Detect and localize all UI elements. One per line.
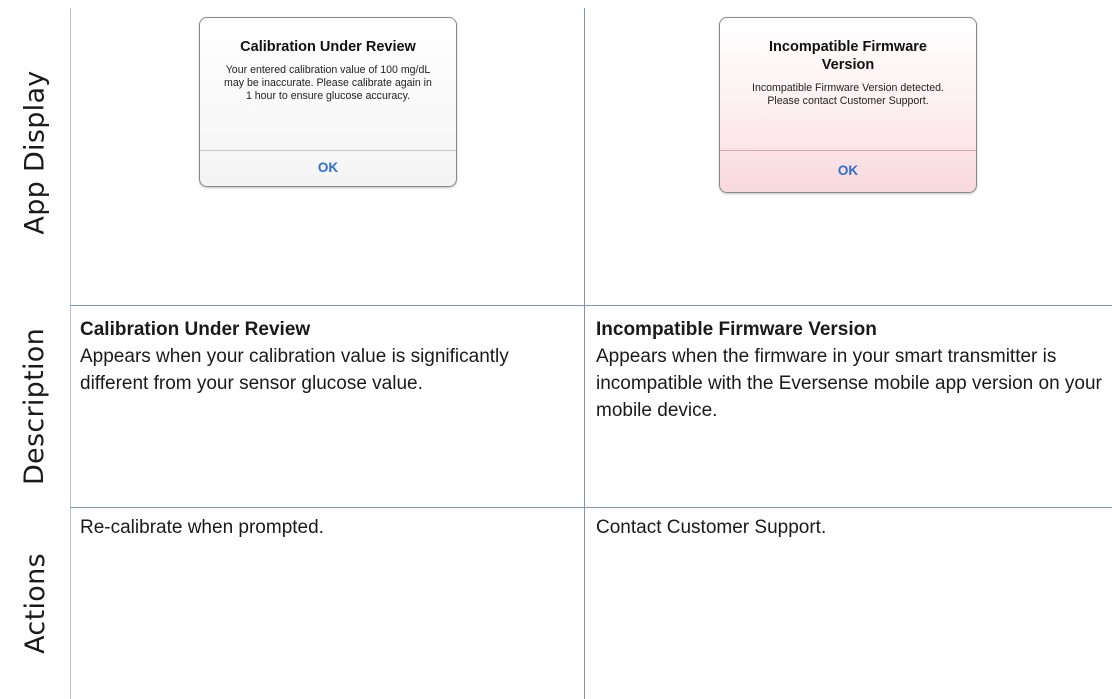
alert-ok-button[interactable]: OK [720,151,976,191]
table-divider-vertical [584,8,585,699]
description-cell-firmware: Incompatible Firmware Version Appears wh… [596,316,1108,424]
table-divider-row-2 [70,507,1112,508]
row-label-app-display-text: App Display [19,70,51,235]
description-cell-calibration: Calibration Under Review Appears when yo… [80,316,572,397]
description-title: Calibration Under Review [80,319,311,340]
alert-body: Calibration Under Review Your entered ca… [200,18,456,151]
row-label-description-text: Description [19,327,51,485]
row-label-description: Description [0,305,70,507]
row-label-actions: Actions [0,507,70,699]
action-cell-calibration: Re-calibrate when prompted. [80,517,324,538]
calibration-under-review-alert: Calibration Under Review Your entered ca… [199,17,457,187]
description-title: Incompatible Firmware Version [596,319,877,340]
table-border-left [70,8,71,699]
alert-message: Your entered calibration value of 100 mg… [224,64,432,102]
alert-title: Incompatible Firmware Version [769,39,927,73]
action-cell-firmware: Contact Customer Support. [596,517,827,538]
alert-message: Incompatible Firmware Version detected. … [752,82,944,107]
row-label-app-display: App Display [0,0,70,305]
description-text: Appears when your calibration value is s… [80,346,509,394]
alert-title: Calibration Under Review [240,39,416,55]
incompatible-firmware-alert: Incompatible Firmware Version Incompatib… [719,17,977,193]
row-label-actions-text: Actions [19,552,51,654]
alert-ok-button[interactable]: OK [200,151,456,185]
alert-body: Incompatible Firmware Version Incompatib… [720,18,976,151]
description-text: Appears when the firmware in your smart … [596,346,1102,421]
table-divider-row-1 [70,305,1112,306]
